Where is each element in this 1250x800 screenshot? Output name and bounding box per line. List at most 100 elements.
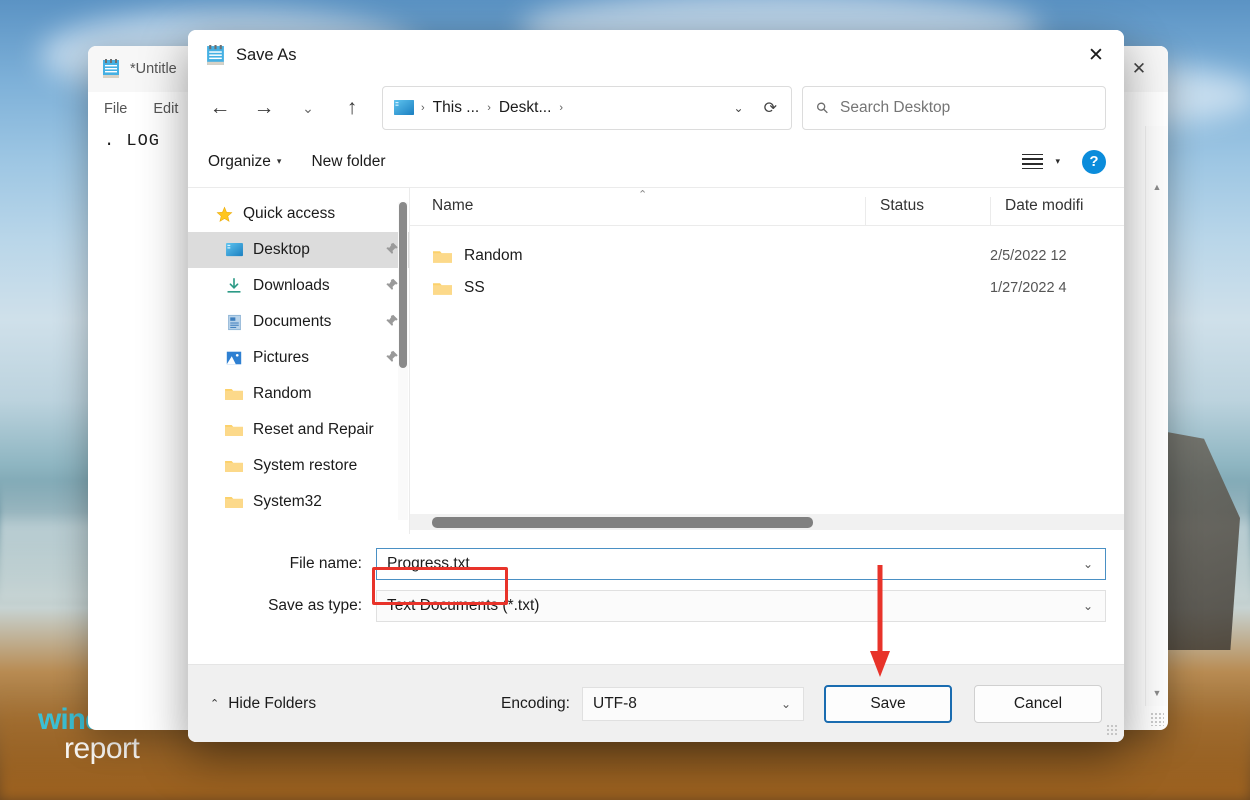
watermark-bottom-text: report	[64, 735, 158, 764]
file-name-text: Random	[464, 247, 523, 265]
navigation-pane: Quick access Desktop	[188, 188, 410, 534]
sidebar-item-label: Downloads	[253, 277, 330, 295]
navpane-scrollbar-thumb[interactable]	[399, 202, 407, 368]
pin-icon	[385, 242, 399, 259]
notepad-menu-edit[interactable]: Edit	[153, 101, 178, 117]
column-header-date-modified[interactable]: Date modifi	[990, 197, 1120, 225]
notepad-resize-grip[interactable]	[1150, 712, 1164, 726]
pictures-icon	[224, 348, 244, 368]
breadcrumb-separator: ›	[557, 102, 565, 114]
sidebar-item-label: Random	[253, 385, 312, 403]
dialog-resize-grip[interactable]	[1106, 724, 1119, 737]
sidebar-item-pictures[interactable]: Pictures	[188, 340, 409, 376]
file-name-cell: SS	[410, 279, 865, 297]
scroll-up-icon[interactable]: ▲	[1146, 174, 1168, 200]
notepad-icon	[102, 59, 120, 79]
encoding-value: UTF-8	[593, 695, 637, 713]
new-folder-button[interactable]: New folder	[311, 153, 385, 171]
chevron-down-icon[interactable]: ⌄	[722, 101, 756, 115]
pin-icon	[385, 278, 399, 295]
sidebar-item-desktop[interactable]: Desktop	[188, 232, 409, 268]
chevron-down-icon[interactable]: ⌄	[781, 697, 791, 711]
table-row[interactable]: Random 2/5/2022 12	[410, 240, 1124, 272]
file-name-cell: Random	[410, 247, 865, 265]
file-list-scrollbar-thumb[interactable]	[432, 517, 813, 528]
dialog-title: Save As	[236, 46, 297, 65]
column-header-status[interactable]: Status	[865, 197, 990, 225]
save-button-annotation-arrow	[869, 565, 891, 677]
breadcrumb-desktop[interactable]: Deskt...	[493, 99, 558, 117]
chevron-down-icon[interactable]: ⌄	[1083, 599, 1093, 613]
help-icon[interactable]: ?	[1082, 150, 1106, 174]
navigation-bar: ← → ⌄ ↑ › This ... › Deskt... › ⌄ ⟳ ⚲	[188, 80, 1124, 136]
scroll-down-icon[interactable]: ▼	[1146, 680, 1168, 706]
save-as-type-select[interactable]: Text Documents (*.txt) ⌄	[376, 590, 1106, 622]
folder-icon	[224, 456, 244, 476]
chevron-up-icon: ⌃	[210, 697, 219, 710]
sidebar-item-downloads[interactable]: Downloads	[188, 268, 409, 304]
sidebar-item-label: System32	[253, 493, 322, 511]
sidebar-item-reset-and-repair[interactable]: Reset and Repair	[188, 412, 409, 448]
sidebar-item-label: Reset and Repair	[253, 421, 374, 439]
file-name-text: SS	[464, 279, 485, 297]
cancel-button[interactable]: Cancel	[974, 685, 1102, 723]
file-name-label: File name:	[206, 555, 376, 573]
hide-folders-label: Hide Folders	[228, 695, 316, 713]
sidebar-item-random[interactable]: Random	[188, 376, 409, 412]
encoding-select[interactable]: UTF-8 ⌄	[582, 687, 804, 721]
notepad-vertical-scrollbar[interactable]: ▲ ▼	[1145, 126, 1167, 706]
navpane-scrollbar[interactable]	[398, 202, 408, 520]
sidebar-item-label: Documents	[253, 313, 331, 331]
recent-locations-button[interactable]: ⌄	[286, 88, 330, 128]
chevron-down-icon[interactable]: ▾	[1055, 156, 1060, 167]
sidebar-item-label: Quick access	[243, 205, 335, 223]
save-as-type-row: Save as type: Text Documents (*.txt) ⌄	[206, 588, 1106, 624]
up-button[interactable]: ↑	[330, 88, 374, 128]
hide-folders-button[interactable]: ⌃ Hide Folders	[210, 695, 316, 713]
close-icon[interactable]: ✕	[1068, 30, 1124, 80]
file-name-input[interactable]: Progress.txt ⌄	[376, 548, 1106, 580]
back-button[interactable]: ←	[198, 88, 242, 128]
forward-button[interactable]: →	[242, 88, 286, 128]
folder-icon	[432, 248, 453, 265]
address-bar[interactable]: › This ... › Deskt... › ⌄ ⟳	[382, 86, 792, 130]
star-icon	[214, 204, 234, 224]
notepad-icon	[206, 45, 225, 66]
organize-button[interactable]: Organize ▾	[208, 153, 281, 171]
sidebar-item-system-restore[interactable]: System restore	[188, 448, 409, 484]
sidebar-item-system32[interactable]: System32	[188, 484, 409, 520]
sidebar-item-label: Pictures	[253, 349, 309, 367]
file-name-row: File name: Progress.txt ⌄	[206, 546, 1106, 582]
sidebar-item-quick-access[interactable]: Quick access	[188, 196, 409, 232]
downloads-icon	[224, 276, 244, 296]
pin-icon	[385, 314, 399, 331]
encoding-label: Encoding:	[501, 695, 570, 713]
folder-icon	[224, 384, 244, 404]
documents-icon	[224, 312, 244, 332]
file-list-horizontal-scrollbar[interactable]	[410, 514, 1124, 530]
save-as-dialog[interactable]: Save As ✕ ← → ⌄ ↑ › This ... › Deskt... …	[188, 30, 1124, 742]
save-button[interactable]: Save	[824, 685, 952, 723]
column-header-row: Name Status Date modifi	[410, 188, 1124, 226]
sort-ascending-icon: ⌃	[638, 188, 647, 201]
notepad-menu-file[interactable]: File	[104, 101, 127, 117]
table-row[interactable]: SS 1/27/2022 4	[410, 272, 1124, 304]
search-box[interactable]: ⚲	[802, 86, 1106, 130]
search-icon: ⚲	[812, 98, 833, 119]
breadcrumb-this-pc[interactable]: This ...	[427, 99, 486, 117]
sidebar-item-label: Desktop	[253, 241, 310, 259]
sidebar-item-documents[interactable]: Documents	[188, 304, 409, 340]
desktop-icon	[224, 240, 244, 260]
chevron-down-icon: ▾	[277, 156, 282, 167]
dialog-titlebar[interactable]: Save As	[188, 30, 1124, 80]
refresh-icon[interactable]: ⟳	[756, 98, 785, 118]
column-header-name[interactable]: Name	[410, 197, 865, 225]
pin-icon	[385, 350, 399, 367]
file-date-cell: 2/5/2022 12	[990, 248, 1120, 264]
view-mode-icon[interactable]	[1022, 154, 1043, 169]
chevron-down-icon[interactable]: ⌄	[1083, 557, 1093, 571]
file-list-pane[interactable]: ⌃ Name Status Date modifi Random 2/5/202…	[410, 188, 1124, 534]
organize-label: Organize	[208, 153, 271, 171]
folder-icon	[432, 280, 453, 297]
search-input[interactable]	[840, 99, 1070, 117]
